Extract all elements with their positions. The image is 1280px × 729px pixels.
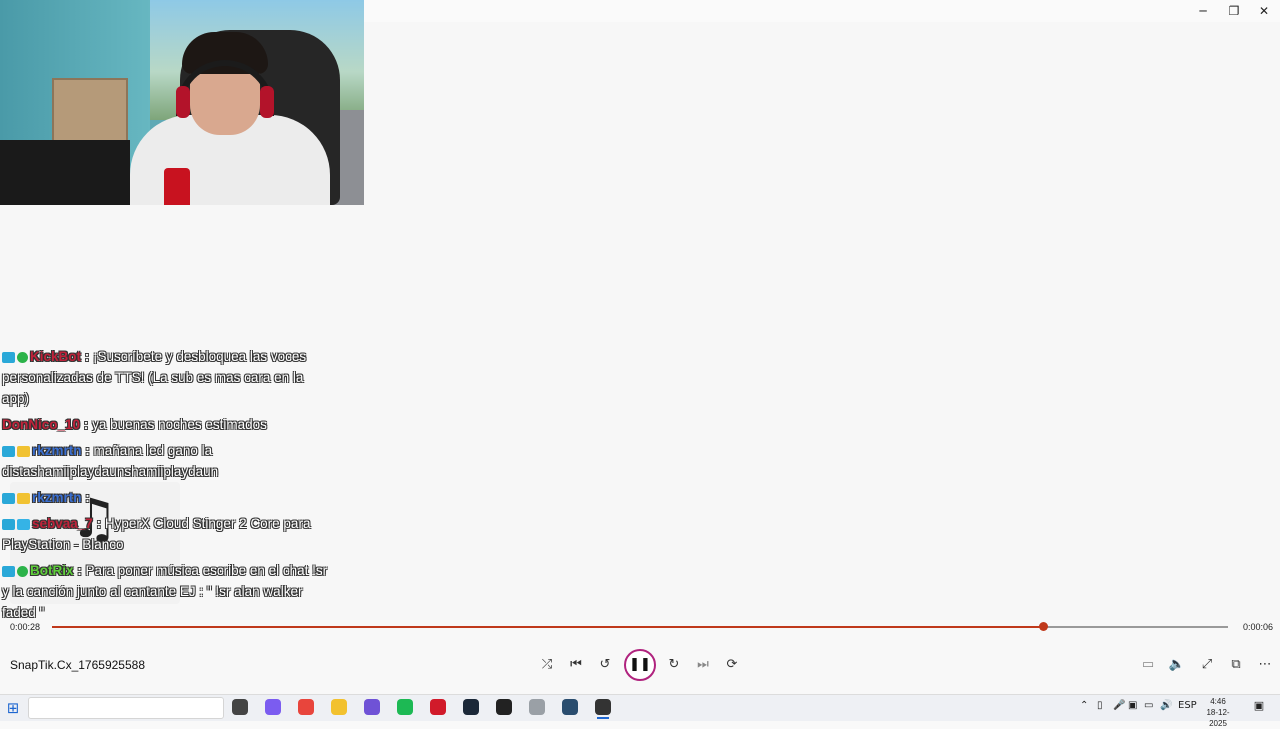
- taskbar-search-box[interactable]: [28, 697, 224, 719]
- shuffle-icon[interactable]: ⤮: [536, 656, 558, 674]
- chat-separator: :: [85, 443, 90, 458]
- verified-badge-icon: [17, 351, 28, 363]
- pause-button[interactable]: ❚❚: [624, 649, 656, 681]
- chat-message: DonNico_10 : ya buenas noches estimados: [2, 414, 332, 435]
- kick-badge-icon: [2, 518, 15, 530]
- chat-separator: :: [77, 563, 82, 578]
- chat-username[interactable]: BotRix: [30, 563, 74, 578]
- seek-bar-fill: [52, 626, 1044, 628]
- crown-badge-icon: [17, 492, 30, 504]
- chat-message: rkzmrtn :: [2, 487, 332, 508]
- next-icon[interactable]: ⏭: [692, 656, 714, 674]
- tray-volume-icon[interactable]: 🔊: [1160, 700, 1172, 711]
- previous-icon[interactable]: ⏮: [565, 656, 587, 674]
- miniplayer-icon[interactable]: ⧉: [1225, 656, 1247, 674]
- chat-username[interactable]: sebvaa_7: [32, 516, 93, 531]
- tray-device-icon[interactable]: ▯: [1097, 700, 1103, 711]
- fullscreen-icon[interactable]: ⤢: [1196, 656, 1218, 674]
- file-explorer-icon[interactable]: [331, 699, 347, 715]
- remaining-time: 0:00:06: [1243, 622, 1274, 632]
- kick-badge-icon: [2, 492, 15, 504]
- captions-icon[interactable]: ▭: [1137, 656, 1159, 674]
- spotify-icon[interactable]: [397, 699, 413, 715]
- copilot-icon[interactable]: [265, 699, 281, 715]
- crown-badge-icon: [17, 445, 30, 457]
- verified-badge-icon: [17, 565, 28, 577]
- chat-separator: :: [96, 516, 102, 531]
- disc-app-icon[interactable]: [529, 699, 545, 715]
- webcam-headset-ear-right: [260, 86, 274, 118]
- repeat-icon[interactable]: ⟳: [721, 656, 743, 674]
- tray-network-icon[interactable]: ▭: [1144, 700, 1153, 711]
- webcam-desk: [0, 140, 130, 205]
- chrome-icon[interactable]: [298, 699, 314, 715]
- seek-bar-thumb[interactable]: [1039, 622, 1049, 631]
- discord-icon[interactable]: [364, 699, 380, 715]
- app-red-icon[interactable]: [430, 699, 446, 715]
- chat-message: sebvaa_7 : HyperX Cloud Stinger 2 Core p…: [2, 513, 332, 555]
- kick-badge-icon: [2, 445, 15, 457]
- tray-language[interactable]: ESP: [1178, 700, 1197, 711]
- clock-time: 4:46: [1210, 697, 1226, 706]
- chat-separator: :: [84, 349, 90, 364]
- chat-username[interactable]: DonNico_10: [2, 417, 80, 432]
- forward-30-icon[interactable]: ↻: [663, 656, 685, 674]
- tray-display-icon[interactable]: ▣: [1128, 700, 1137, 711]
- tray-chevron-icon[interactable]: ⌃: [1080, 700, 1088, 711]
- kick-badge-icon: [2, 565, 15, 577]
- chat-text: ya buenas noches estimados: [92, 417, 267, 432]
- tray-mic-icon[interactable]: 🎤: [1113, 700, 1125, 711]
- rewind-10-icon[interactable]: ↺: [594, 656, 616, 674]
- chat-username[interactable]: KickBot: [30, 349, 81, 364]
- task-view-icon[interactable]: [232, 699, 248, 715]
- chat-message: BotRix : Para poner música escribe en el…: [2, 560, 332, 623]
- webcam-microphone: [164, 168, 190, 205]
- chat-message: rkzmrtn : mañana led gano la distashamii…: [2, 440, 332, 482]
- steam-icon[interactable]: [463, 699, 479, 715]
- taskbar: ⊞ ⌃ ▯ 🎤 ▣ ▭ 🔊 ESP 4:46 18-12-2025 ▣: [0, 694, 1280, 728]
- chat-username[interactable]: rkzmrtn: [32, 490, 82, 505]
- media-player-icon[interactable]: [595, 699, 611, 719]
- kick-badge-icon: [2, 351, 15, 363]
- notification-icon[interactable]: ▣: [1252, 699, 1266, 713]
- taskbar-clock[interactable]: 4:46 18-12-2025: [1198, 696, 1238, 729]
- elapsed-time: 0:00:28: [10, 622, 41, 632]
- now-playing-title: SnapTik.Cx_1765925588: [10, 658, 145, 672]
- volume-icon[interactable]: 🔈: [1166, 656, 1188, 674]
- restore-button[interactable]: ❐: [1223, 2, 1245, 20]
- media-player-bar: 0:00:28 0:00:06 SnapTik.Cx_1765925588 ⤮ …: [0, 620, 1280, 694]
- blue-app-icon[interactable]: [562, 699, 578, 715]
- chat-separator: :: [85, 490, 90, 505]
- clock-date: 18-12-2025: [1206, 708, 1230, 728]
- webcam-overlay: [0, 0, 364, 205]
- seek-bar[interactable]: [52, 622, 1228, 631]
- more-options-icon[interactable]: ⋯: [1254, 656, 1276, 674]
- chat-message: KickBot : ¡Suscríbete y desbloquea las v…: [2, 346, 332, 409]
- epic-games-icon[interactable]: [496, 699, 512, 715]
- minimize-button[interactable]: ─: [1192, 2, 1214, 20]
- start-icon[interactable]: ⊞: [4, 699, 22, 717]
- chat-separator: :: [83, 417, 89, 432]
- gem-badge-icon: [17, 518, 30, 530]
- webcam-headset-ear-left: [176, 86, 190, 118]
- chat-username[interactable]: rkzmrtn: [32, 443, 82, 458]
- close-button[interactable]: ✕: [1253, 2, 1275, 20]
